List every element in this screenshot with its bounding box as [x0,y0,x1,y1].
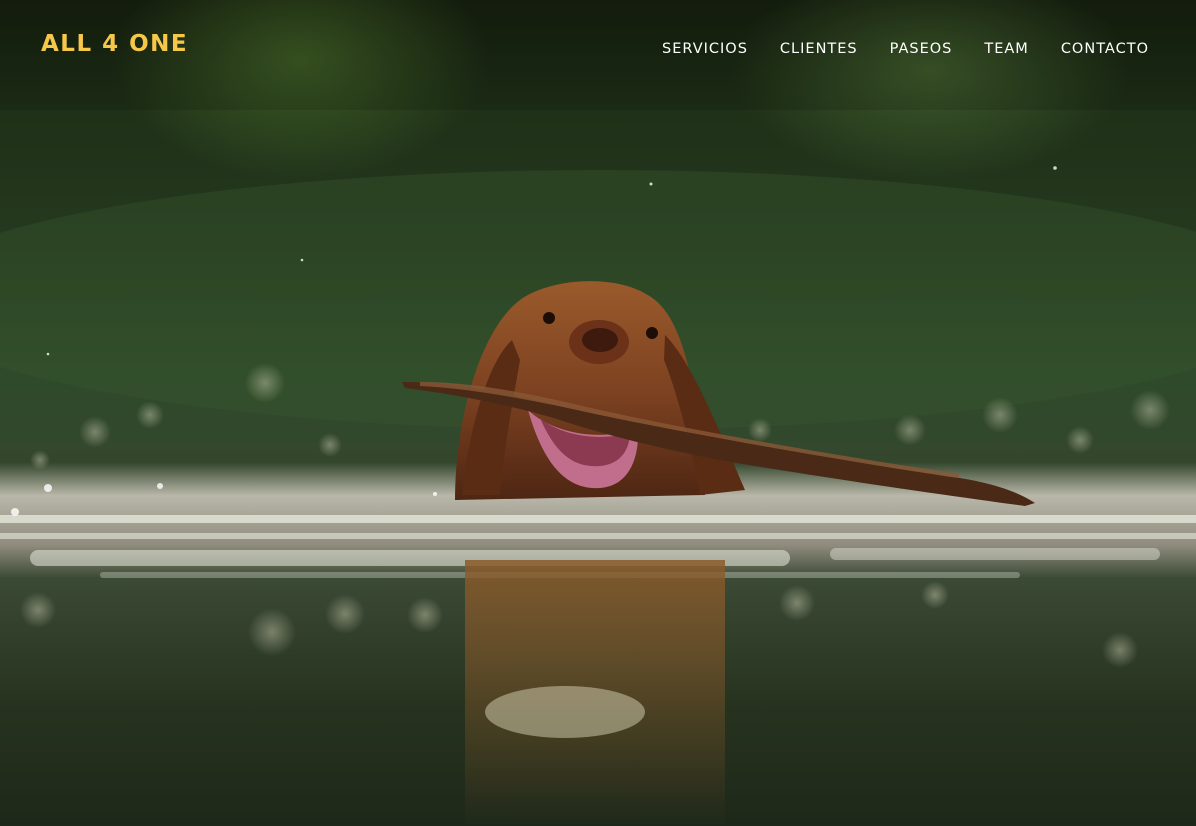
nav-item-clientes: CLIENTES [780,38,858,57]
hero-section: ALL 4 ONE SERVICIOS CLIENTES PASEOS TEAM… [0,0,1196,826]
nav-item-contacto: CONTACTO [1061,38,1149,57]
nav-link-paseos[interactable]: PASEOS [890,41,953,57]
brand-logo[interactable]: ALL 4 ONE [41,31,188,57]
nav-item-team: TEAM [984,38,1028,57]
hero-background-image [0,0,1196,826]
nav-link-contacto[interactable]: CONTACTO [1061,41,1149,57]
nav-link-clientes[interactable]: CLIENTES [780,41,858,57]
nav-item-servicios: SERVICIOS [662,38,748,57]
main-nav: SERVICIOS CLIENTES PASEOS TEAM CONTACTO [662,38,1149,57]
nav-item-paseos: PASEOS [890,38,953,57]
nav-link-team[interactable]: TEAM [984,41,1028,57]
nav-link-servicios[interactable]: SERVICIOS [662,41,748,57]
